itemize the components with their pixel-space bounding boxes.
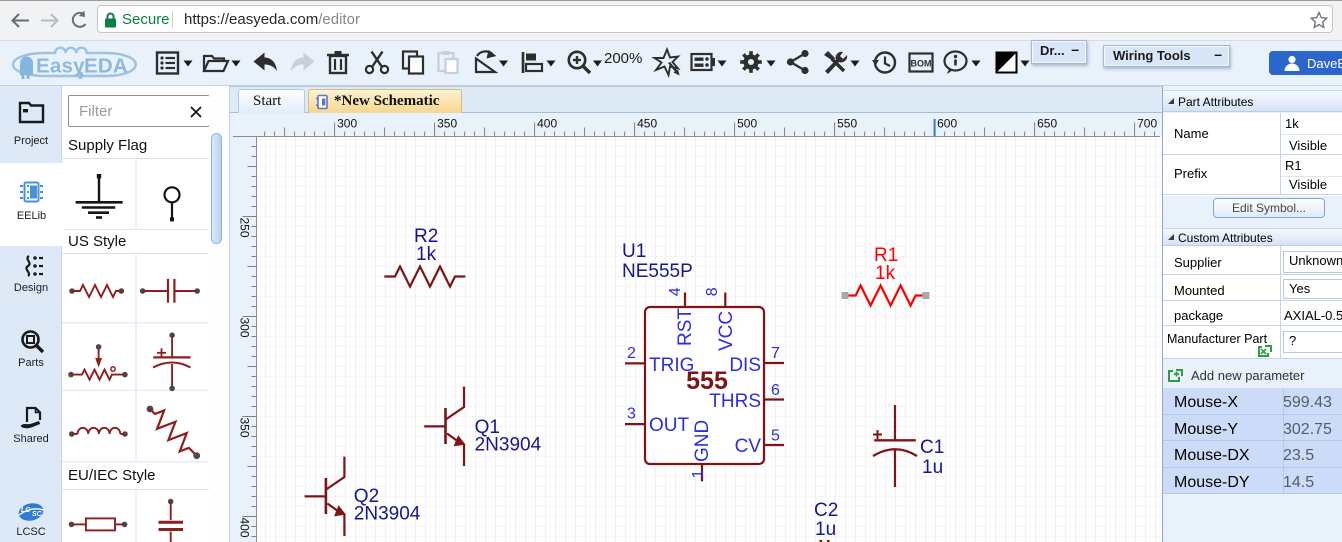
svg-text:500: 500: [737, 117, 757, 131]
svg-text:OUT: OUT: [649, 415, 690, 436]
svg-text:2N3904: 2N3904: [354, 504, 421, 525]
svg-text:3: 3: [627, 406, 636, 423]
svg-text:350: 350: [437, 117, 457, 131]
svg-text:550: 550: [837, 117, 857, 131]
svg-text:1u: 1u: [815, 519, 836, 540]
svg-text:U1: U1: [622, 241, 646, 262]
svg-text:4: 4: [667, 287, 684, 296]
svg-text:C2: C2: [814, 500, 838, 521]
svg-text:555: 555: [686, 367, 728, 395]
svg-text:1u: 1u: [922, 457, 943, 478]
svg-text:VCC: VCC: [716, 311, 737, 351]
svg-text:LC: LC: [21, 507, 31, 514]
svg-text:400: 400: [238, 518, 252, 538]
svg-text:5: 5: [771, 428, 780, 445]
svg-text:1k: 1k: [416, 244, 437, 265]
svg-text:C1: C1: [920, 437, 944, 458]
svg-text:300: 300: [238, 318, 252, 338]
svg-text:450: 450: [637, 117, 657, 131]
svg-text:EDA: EDA: [84, 55, 128, 78]
svg-text:BOM: BOM: [911, 59, 932, 69]
svg-text:CV: CV: [735, 436, 762, 457]
svg-text:GND: GND: [692, 420, 713, 462]
svg-text:Easy: Easy: [36, 55, 85, 78]
svg-text:650: 650: [1037, 117, 1057, 131]
svg-text:700: 700: [1137, 117, 1157, 131]
svg-text:300: 300: [337, 117, 357, 131]
svg-text:NE555P: NE555P: [622, 261, 693, 282]
svg-text:8: 8: [704, 287, 721, 296]
svg-text:RST: RST: [675, 308, 696, 346]
svg-text:SC: SC: [32, 511, 43, 518]
svg-text:1k: 1k: [875, 263, 896, 284]
svg-text:6: 6: [771, 382, 780, 399]
svg-text:600: 600: [937, 117, 957, 131]
svg-text:7: 7: [771, 345, 780, 362]
svg-text:400: 400: [537, 117, 557, 131]
svg-text:350: 350: [238, 418, 252, 438]
svg-text:2N3904: 2N3904: [475, 435, 542, 456]
svg-text:1: 1: [690, 470, 707, 479]
svg-text:DIS: DIS: [729, 355, 761, 376]
svg-text:250: 250: [238, 218, 252, 238]
svg-text:2: 2: [627, 345, 636, 362]
